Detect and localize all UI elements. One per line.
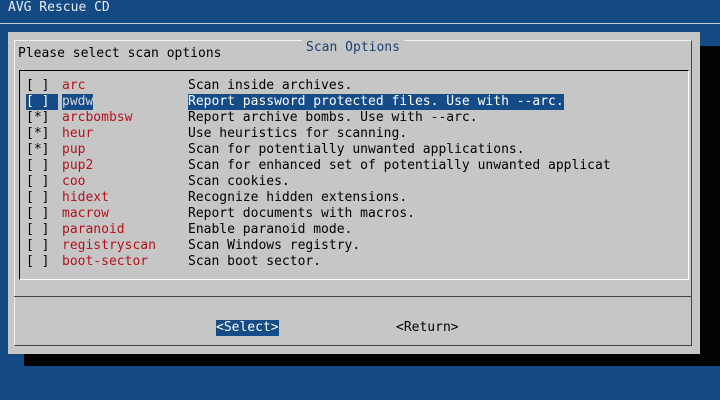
option-tag: arc xyxy=(62,78,86,93)
return-button[interactable]: <Return> xyxy=(396,320,459,336)
option-row-paranoid[interactable]: [ ] paranoid Enable paranoid mode. xyxy=(26,222,686,238)
option-row-pup2[interactable]: [ ] pup2 Scan for enhanced set of potentia… xyxy=(26,158,686,174)
option-checkbox-hidext[interactable]: [ ] xyxy=(26,190,58,206)
option-checkbox-macrow[interactable]: [ ] xyxy=(26,206,58,222)
option-row-registryscan[interactable]: [ ] registryscan Scan Windows registry. xyxy=(26,238,686,254)
option-description: Report archive bombs. Use with --arc. xyxy=(188,110,478,125)
select-button[interactable]: <Select> xyxy=(216,320,279,336)
option-row-hidext[interactable]: [ ] hidext Recognize hidden extensions. xyxy=(26,190,686,206)
dialog-prompt: Please select scan options xyxy=(18,46,222,61)
option-tag: hidext xyxy=(62,190,109,205)
option-description: Scan cookies. xyxy=(188,174,290,189)
scan-options-dialog: Scan Options Please select scan options … xyxy=(8,32,700,354)
option-tag: coo xyxy=(62,174,86,189)
option-tag: pwdw xyxy=(62,94,94,110)
option-checkbox-pwdw[interactable]: [ ] xyxy=(26,94,58,110)
option-tag: paranoid xyxy=(62,222,125,237)
option-row-pup[interactable]: [*] pup Scan for potentially unwanted appl… xyxy=(26,142,686,158)
dialog-title-text: Scan Options xyxy=(302,40,404,55)
option-description: Enable paranoid mode. xyxy=(188,222,353,237)
option-description: Report documents with macros. xyxy=(188,206,415,221)
option-row-pwdw[interactable]: [ ] pwdw Report password protected files. … xyxy=(26,94,686,110)
option-tag: heur xyxy=(62,126,94,141)
option-tag: arcbombsw xyxy=(62,110,133,125)
option-description: Scan inside archives. xyxy=(188,78,353,93)
option-checkbox-heur[interactable]: [*] xyxy=(26,126,58,142)
option-description: Scan for potentially unwanted applicatio… xyxy=(188,142,525,157)
option-tag: pup xyxy=(62,142,86,157)
option-checkbox-paranoid[interactable]: [ ] xyxy=(26,222,58,238)
options-checklist[interactable]: [ ] arc Scan inside archives.[ ] pwdw Report… xyxy=(19,70,689,280)
option-description: Scan boot sector. xyxy=(188,254,322,269)
option-tag: pup2 xyxy=(62,158,94,173)
option-row-macrow[interactable]: [ ] macrow Report documents with macros. xyxy=(26,206,686,222)
option-checkbox-pup2[interactable]: [ ] xyxy=(26,158,58,174)
option-row-coo[interactable]: [ ] coo Scan cookies. xyxy=(26,174,686,190)
option-checkbox-pup[interactable]: [*] xyxy=(26,142,58,158)
option-description: Recognize hidden extensions. xyxy=(188,190,408,205)
option-checkbox-boot-sector[interactable]: [ ] xyxy=(26,254,58,270)
option-row-heur[interactable]: [*] heur Use heuristics for scanning. xyxy=(26,126,686,142)
option-tag: macrow xyxy=(62,206,109,221)
option-tag: boot-sector xyxy=(62,254,149,269)
option-description: Use heuristics for scanning. xyxy=(188,126,408,141)
option-checkbox-coo[interactable]: [ ] xyxy=(26,174,58,190)
option-description: Scan Windows registry. xyxy=(188,238,361,253)
option-description: Scan for enhanced set of potentially unw… xyxy=(188,158,611,173)
option-checkbox-arc[interactable]: [ ] xyxy=(26,78,58,94)
option-tag: registryscan xyxy=(62,238,156,253)
app-backtitle: AVG Rescue CD xyxy=(8,0,110,15)
option-description: Report password protected files. Use wit… xyxy=(188,94,564,110)
option-row-arcbombsw[interactable]: [*] arcbombsw Report archive bombs. Use wi… xyxy=(26,110,686,126)
option-checkbox-arcbombsw[interactable]: [*] xyxy=(26,110,58,126)
option-checkbox-registryscan[interactable]: [ ] xyxy=(26,238,58,254)
option-row-arc[interactable]: [ ] arc Scan inside archives. xyxy=(26,78,686,94)
backtitle-divider xyxy=(0,23,720,24)
option-row-boot-sector[interactable]: [ ] boot-sector Scan boot sector. xyxy=(26,254,686,270)
button-separator xyxy=(14,296,692,297)
